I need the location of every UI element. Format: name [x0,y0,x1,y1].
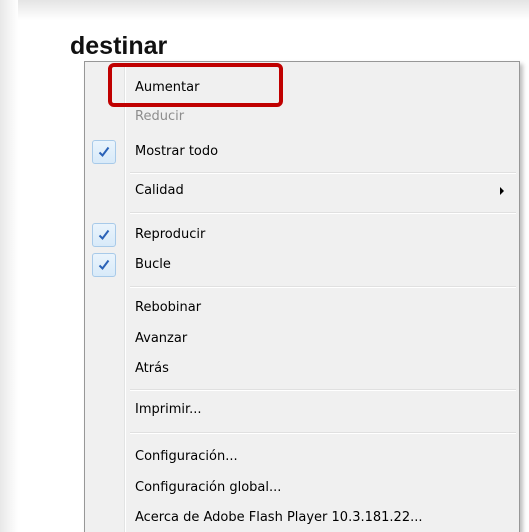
menu-item-reproducir[interactable]: Reproducir [88,220,516,250]
menu-item-avanzar[interactable]: Avanzar [88,324,516,354]
menu-item-label: Mostrar todo [135,144,219,159]
checkmark-icon [98,259,110,271]
menu-item-atras[interactable]: Atrás [88,354,516,384]
menu-item-label: Imprimir... [135,402,202,417]
menu-item-rebobinar[interactable]: Rebobinar [88,293,516,323]
menu-separator [130,389,516,391]
page-heading: destinar [70,32,168,60]
menu-item-label: Avanzar [135,331,188,346]
menu-item-acerca-de-flash[interactable]: Acerca de Adobe Flash Player 10.3.181.22… [88,503,516,532]
menu-item-calidad[interactable]: Calidad [88,176,516,206]
checkmark-icon [98,146,110,158]
menu-item-bucle[interactable]: Bucle [88,250,516,280]
menu-item-label: Configuración global... [135,480,282,495]
submenu-arrow-icon [500,187,504,195]
window-left-edge [0,0,18,532]
menu-item-imprimir[interactable]: Imprimir... [88,395,516,425]
menu-item-mostrar-todo[interactable]: Mostrar todo [88,137,516,167]
menu-item-label: Configuración... [135,449,238,464]
menu-item-label: Acerca de Adobe Flash Player 10.3.181.22… [135,510,423,525]
highlight-annotation [108,63,283,107]
checkmark-icon [98,229,110,241]
checkmark-box [92,140,116,164]
window-top-edge [0,0,529,20]
menu-separator [130,212,516,214]
menu-separator [130,172,516,174]
checkmark-box [92,253,116,277]
menu-item-label: Rebobinar [135,300,202,315]
checkmark-box [92,223,116,247]
menu-item-label: Reproducir [135,227,206,242]
menu-item-label: Atrás [135,361,169,376]
menu-item-label: Bucle [135,257,171,272]
menu-separator [130,432,516,434]
menu-item-label: Calidad [135,183,184,198]
menu-separator [130,286,516,288]
menu-item-configuracion[interactable]: Configuración... [88,442,516,472]
menu-item-configuracion-global[interactable]: Configuración global... [88,473,516,503]
context-menu: Aumentar Reducir Mostrar todo Calidad Re… [84,61,520,532]
